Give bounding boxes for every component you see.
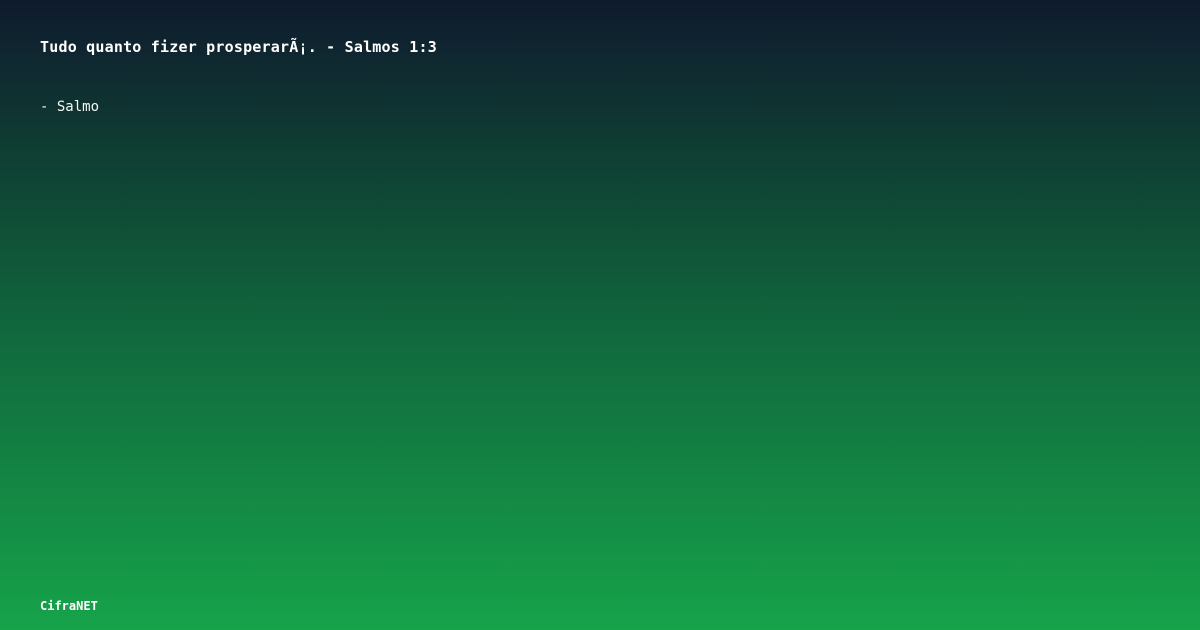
share-card: Tudo quanto fizer prosperarÃ¡. - Salmos … — [0, 0, 1200, 630]
brand-name: CifraNET — [40, 599, 98, 613]
quote-text: Tudo quanto fizer prosperarÃ¡. - Salmos … — [40, 38, 437, 56]
quote-author: - Salmo — [40, 99, 100, 115]
